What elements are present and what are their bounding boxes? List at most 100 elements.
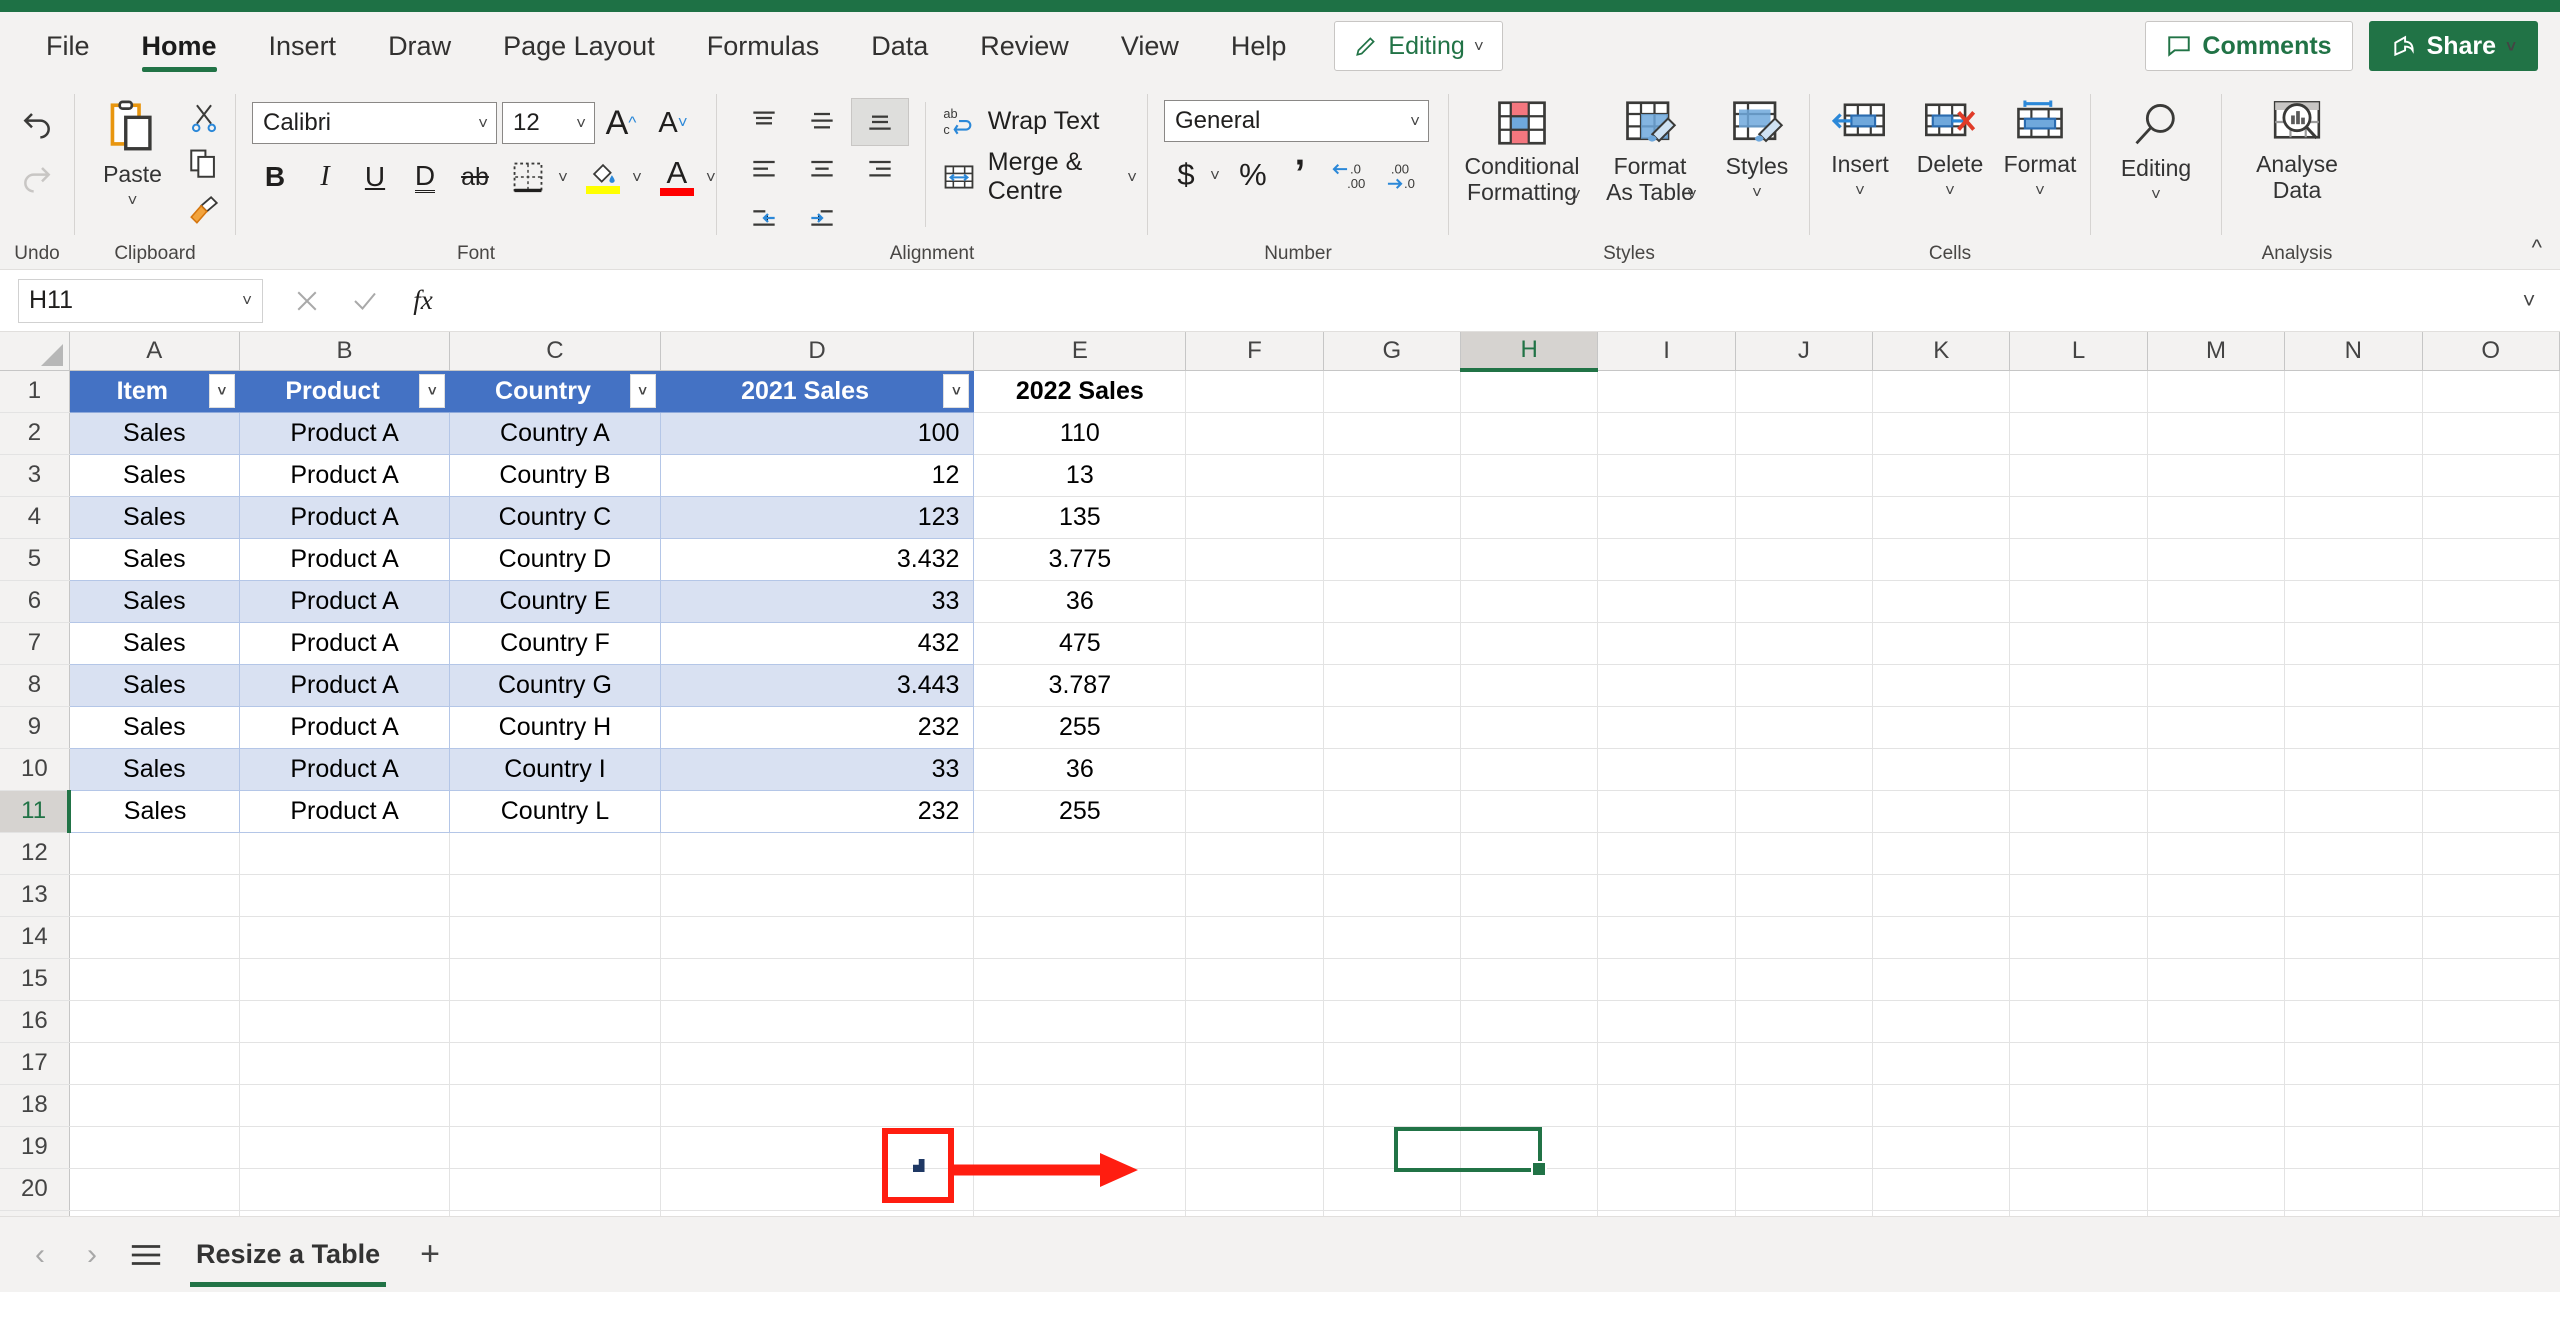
cell-K14[interactable] — [1872, 916, 2011, 959]
column-header-e[interactable]: E — [973, 332, 1187, 371]
cell-H12[interactable] — [1460, 832, 1599, 875]
cell-H13[interactable] — [1460, 874, 1599, 917]
cell-H16[interactable] — [1460, 1000, 1599, 1043]
increase-indent-button[interactable] — [793, 194, 851, 242]
enter-formula-button[interactable] — [339, 279, 391, 323]
cell-K20[interactable] — [1872, 1168, 2011, 1211]
analyse-data-button[interactable]: Analyse Data — [2232, 94, 2362, 208]
row-header-15[interactable]: 15 — [0, 958, 70, 1001]
cell-D4[interactable]: 123 — [660, 496, 975, 539]
cell-N20[interactable] — [2284, 1168, 2423, 1211]
cell-A18[interactable] — [69, 1084, 240, 1127]
cell-C18[interactable] — [449, 1084, 661, 1127]
tab-draw[interactable]: Draw — [362, 12, 477, 80]
cell-J11[interactable] — [1735, 790, 1874, 833]
cell-C11[interactable]: Country L — [449, 790, 661, 833]
cell-N14[interactable] — [2284, 916, 2423, 959]
cell-M4[interactable] — [2147, 496, 2286, 539]
formula-input[interactable] — [463, 278, 2500, 323]
cell-B10[interactable]: Product A — [239, 748, 451, 791]
align-right-button[interactable] — [851, 146, 909, 194]
cell-D2[interactable]: 100 — [660, 412, 975, 455]
cell-B11[interactable]: Product A — [239, 790, 451, 833]
column-header-d[interactable]: D — [660, 332, 975, 371]
cell-C2[interactable]: Country A — [449, 412, 661, 455]
cell-I14[interactable] — [1597, 916, 1736, 959]
cell-H8[interactable] — [1460, 664, 1599, 707]
cell-F5[interactable] — [1185, 538, 1324, 581]
cell-I9[interactable] — [1597, 706, 1736, 749]
cell-E1[interactable]: 2022 Sales — [973, 370, 1187, 413]
currency-button[interactable]: $ — [1164, 152, 1208, 198]
cell-A14[interactable] — [69, 916, 240, 959]
cell-L9[interactable] — [2009, 706, 2148, 749]
cell-I4[interactable] — [1597, 496, 1736, 539]
redo-button[interactable] — [11, 154, 63, 202]
cell-D11[interactable]: 232 — [660, 790, 975, 833]
row-header-6[interactable]: 6 — [0, 580, 70, 623]
table-header-2021-sales[interactable]: 2021 Sales ˅ — [660, 370, 975, 413]
column-header-g[interactable]: G — [1323, 332, 1461, 371]
cell-H20[interactable] — [1460, 1168, 1599, 1211]
cell-D10[interactable]: 33 — [660, 748, 975, 791]
cell-J21[interactable] — [1735, 1210, 1874, 1216]
row-header-19[interactable]: 19 — [0, 1126, 70, 1169]
cell-J8[interactable] — [1735, 664, 1874, 707]
cell-H15[interactable] — [1460, 958, 1599, 1001]
cell-J2[interactable] — [1735, 412, 1874, 455]
cut-button[interactable] — [180, 96, 228, 140]
cell-G16[interactable] — [1323, 1000, 1461, 1043]
cell-N8[interactable] — [2284, 664, 2423, 707]
cell-L4[interactable] — [2009, 496, 2148, 539]
cell-N6[interactable] — [2284, 580, 2423, 623]
column-header-h[interactable]: H — [1460, 332, 1599, 372]
cell-N16[interactable] — [2284, 1000, 2423, 1043]
cell-L21[interactable] — [2009, 1210, 2148, 1216]
cell-F15[interactable] — [1185, 958, 1324, 1001]
cell-O5[interactable] — [2422, 538, 2560, 581]
row-header-3[interactable]: 3 — [0, 454, 70, 497]
cell-F9[interactable] — [1185, 706, 1324, 749]
tab-file[interactable]: File — [20, 12, 116, 80]
cell-E8[interactable]: 3.787 — [973, 664, 1187, 707]
cell-J7[interactable] — [1735, 622, 1874, 665]
cell-C4[interactable]: Country C — [449, 496, 661, 539]
cell-E6[interactable]: 36 — [973, 580, 1187, 623]
currency-dropdown-chevron-down-icon[interactable]: ˅ — [1210, 167, 1220, 184]
cell-B13[interactable] — [239, 874, 451, 917]
column-header-l[interactable]: L — [2009, 332, 2148, 371]
cell-N2[interactable] — [2284, 412, 2423, 455]
row-header-8[interactable]: 8 — [0, 664, 70, 707]
cell-C8[interactable]: Country G — [449, 664, 661, 707]
cell-L12[interactable] — [2009, 832, 2148, 875]
table-header-item[interactable]: Item ˅ — [69, 370, 240, 413]
cell-L13[interactable] — [2009, 874, 2148, 917]
cell-E13[interactable] — [973, 874, 1187, 917]
cell-N3[interactable] — [2284, 454, 2423, 497]
cell-G14[interactable] — [1323, 916, 1461, 959]
cell-H14[interactable] — [1460, 916, 1599, 959]
number-format-select[interactable]: General ˅ — [1164, 100, 1429, 142]
column-header-b[interactable]: B — [239, 332, 451, 371]
cell-I18[interactable] — [1597, 1084, 1736, 1127]
cell-C19[interactable] — [449, 1126, 661, 1169]
tab-insert[interactable]: Insert — [243, 12, 363, 80]
cell-O21[interactable] — [2422, 1210, 2560, 1216]
cell-F7[interactable] — [1185, 622, 1324, 665]
cell-J3[interactable] — [1735, 454, 1874, 497]
cell-G8[interactable] — [1323, 664, 1461, 707]
decrease-font-size-button[interactable]: A ˅ — [647, 100, 699, 146]
editing-menu-button[interactable]: Editing ˅ — [2101, 98, 2211, 207]
comma-style-button[interactable]: ’ — [1278, 152, 1322, 198]
cell-M13[interactable] — [2147, 874, 2286, 917]
cell-A9[interactable]: Sales — [69, 706, 240, 749]
cell-O19[interactable] — [2422, 1126, 2560, 1169]
cell-F2[interactable] — [1185, 412, 1324, 455]
column-header-k[interactable]: K — [1872, 332, 2011, 371]
underline-button[interactable]: U — [352, 154, 398, 200]
cell-D6[interactable]: 33 — [660, 580, 975, 623]
cell-J16[interactable] — [1735, 1000, 1874, 1043]
cell-styles-button[interactable]: Styles ˅ — [1714, 94, 1800, 205]
row-header-4[interactable]: 4 — [0, 496, 70, 539]
row-header-9[interactable]: 9 — [0, 706, 70, 749]
